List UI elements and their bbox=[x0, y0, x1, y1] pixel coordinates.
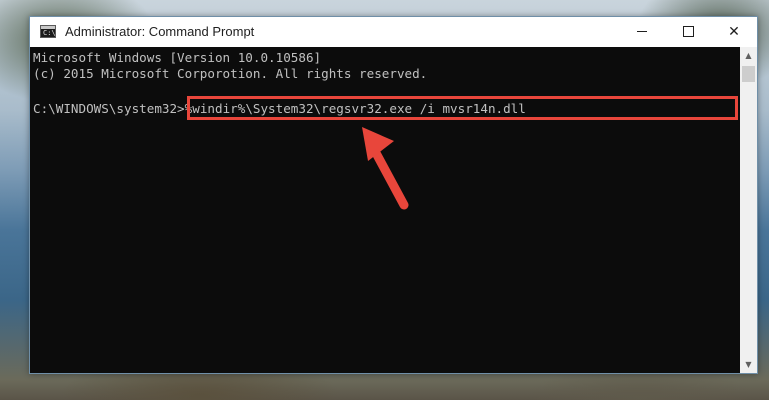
vertical-scrollbar[interactable]: ▲ ▼ bbox=[740, 47, 757, 373]
cmd-icon[interactable]: C:\ bbox=[40, 25, 56, 38]
title-bar[interactable]: C:\ Administrator: Command Prompt ✕ bbox=[30, 17, 757, 47]
scroll-down-icon[interactable]: ▼ bbox=[740, 356, 757, 373]
cmd-icon-prompt: C:\ bbox=[43, 29, 56, 37]
console-line-copyright: (c) 2015 Microsoft Corporotion. All righ… bbox=[33, 66, 428, 81]
maximize-button[interactable] bbox=[665, 17, 711, 47]
minimize-icon bbox=[637, 31, 647, 32]
command-prompt-window: C:\ Administrator: Command Prompt ✕ Micr… bbox=[29, 16, 758, 374]
console-output[interactable]: Microsoft Windows [Version 10.0.10586] (… bbox=[30, 47, 740, 373]
minimize-button[interactable] bbox=[619, 17, 665, 47]
scroll-thumb[interactable] bbox=[742, 66, 755, 82]
red-arrow-icon bbox=[362, 127, 409, 210]
console-prompt: C:\WINDOWS\system32> bbox=[33, 101, 185, 116]
command-highlight-box bbox=[187, 96, 738, 120]
close-button[interactable]: ✕ bbox=[711, 17, 757, 47]
scroll-up-icon[interactable]: ▲ bbox=[740, 47, 757, 64]
maximize-icon bbox=[682, 26, 694, 37]
close-icon: ✕ bbox=[728, 24, 740, 40]
window-title: Administrator: Command Prompt bbox=[65, 24, 255, 39]
console-line-version: Microsoft Windows [Version 10.0.10586] bbox=[33, 50, 322, 65]
